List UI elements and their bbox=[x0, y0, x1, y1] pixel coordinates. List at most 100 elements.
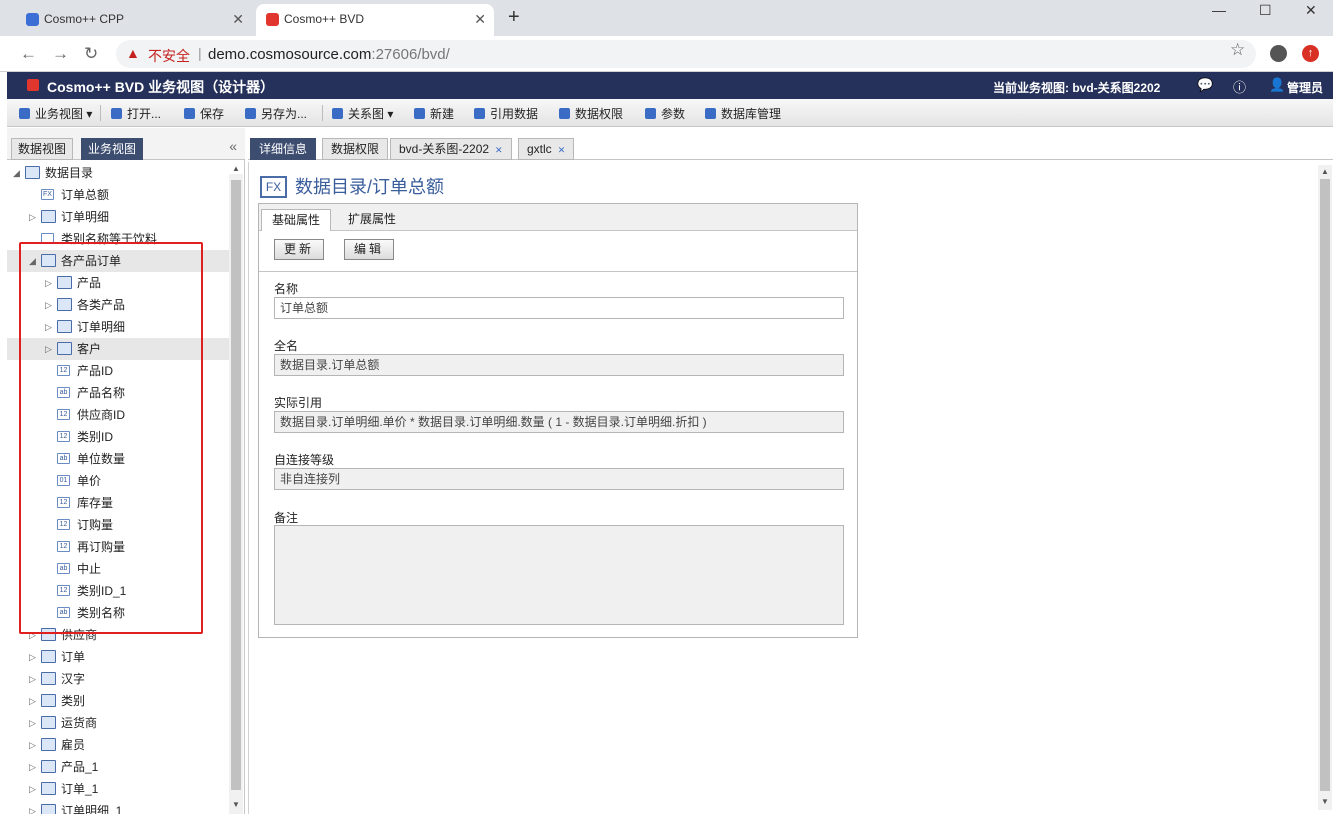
collapsed-arrow-icon[interactable]: ▷ bbox=[29, 734, 36, 756]
back-icon[interactable]: ← bbox=[20, 44, 37, 64]
data-permission-button[interactable]: 数据权限 bbox=[559, 105, 623, 122]
reload-icon[interactable]: ↻ bbox=[84, 44, 98, 64]
collapsed-arrow-icon[interactable]: ▷ bbox=[29, 778, 36, 800]
tab-data-view[interactable]: 数据视图 bbox=[11, 138, 74, 160]
expanded-arrow-icon[interactable]: ◢ bbox=[13, 162, 20, 184]
tree-node[interactable]: ▷ 各类产品 bbox=[7, 294, 229, 316]
tree-node[interactable]: 12 库存量 bbox=[7, 492, 229, 514]
tree-node[interactable]: ▷ 产品 bbox=[7, 272, 229, 294]
forward-icon[interactable]: → bbox=[52, 44, 69, 64]
scroll-up-icon[interactable]: ▲ bbox=[1321, 167, 1329, 176]
close-tab-icon[interactable]: ✕ bbox=[474, 4, 486, 34]
tree-node[interactable]: 12 再订购量 bbox=[7, 536, 229, 558]
minimize-icon[interactable]: — bbox=[1212, 2, 1226, 18]
tree-node[interactable]: FX 订单总额 bbox=[7, 184, 229, 206]
tab-details[interactable]: 详细信息 bbox=[250, 138, 317, 160]
bookmark-star-icon[interactable]: ☆ bbox=[1230, 40, 1245, 60]
note-textarea[interactable] bbox=[274, 525, 844, 625]
content-scrollbar[interactable]: ▲ ▼ bbox=[1318, 165, 1332, 810]
collapsed-arrow-icon[interactable]: ▷ bbox=[29, 668, 36, 690]
tree-node[interactable]: ▷ 订单明细 bbox=[7, 316, 229, 338]
diagram-menu-button[interactable]: 关系图 ▾ bbox=[332, 105, 393, 122]
tree-node[interactable]: ▷ 雇员 bbox=[7, 734, 229, 756]
close-tab-icon[interactable]: ✕ bbox=[558, 145, 566, 155]
tree-node[interactable]: ▷ 客户 bbox=[7, 338, 229, 360]
browser-tab-cpp[interactable]: Cosmo++ CPP ✕ bbox=[16, 4, 252, 36]
content-scrollbar-thumb[interactable] bbox=[1320, 179, 1330, 791]
edit-button[interactable]: 编辑 bbox=[344, 239, 394, 260]
scroll-down-icon[interactable]: ▼ bbox=[1321, 797, 1329, 806]
collapsed-arrow-icon[interactable]: ▷ bbox=[45, 272, 52, 294]
collapsed-arrow-icon[interactable]: ▷ bbox=[29, 712, 36, 734]
message-icon[interactable]: 💬 bbox=[1197, 77, 1213, 93]
collapsed-arrow-icon[interactable]: ▷ bbox=[29, 756, 36, 778]
maximize-icon[interactable]: ☐ bbox=[1259, 2, 1272, 19]
collapsed-arrow-icon[interactable]: ▷ bbox=[45, 338, 52, 360]
new-button[interactable]: 新建 bbox=[414, 105, 454, 122]
tree-node[interactable]: ▷ 订单明细 bbox=[7, 206, 229, 228]
security-label[interactable]: 不安全 bbox=[148, 46, 190, 66]
tree-node[interactable]: ab 类别名称 bbox=[7, 602, 229, 624]
reference-data-button[interactable]: 引用数据 bbox=[474, 105, 538, 122]
tree-node[interactable]: ▷ 运货商 bbox=[7, 712, 229, 734]
browser-tab-bvd[interactable]: Cosmo++ BVD ✕ bbox=[256, 4, 494, 36]
reference-field[interactable]: 数据目录.订单明细.单价 * 数据目录.订单明细.数量 ( 1 - 数据目录.订… bbox=[274, 411, 844, 433]
tab-basic-props[interactable]: 基础属性 bbox=[261, 209, 332, 231]
fullname-field[interactable]: 数据目录.订单总额 bbox=[274, 354, 844, 376]
extension-icon[interactable]: ↑ bbox=[1302, 45, 1319, 62]
collapsed-arrow-icon[interactable]: ▷ bbox=[45, 316, 52, 338]
url-field[interactable]: ▲ 不安全 | demo.cosmosource.com:27606/bvd/ bbox=[116, 40, 1256, 68]
collapsed-arrow-icon[interactable]: ▷ bbox=[29, 624, 36, 646]
tree-node[interactable]: ab 中止 bbox=[7, 558, 229, 580]
tree-node[interactable]: 12 订购量 bbox=[7, 514, 229, 536]
tree-node[interactable]: 类别名称等于饮料 bbox=[7, 228, 229, 250]
open-button[interactable]: 打开... bbox=[111, 105, 161, 122]
new-tab-button[interactable]: + bbox=[508, 6, 520, 29]
collapsed-arrow-icon[interactable]: ▷ bbox=[29, 206, 36, 228]
tab-data-permission[interactable]: 数据权限 bbox=[322, 138, 389, 160]
tree-node[interactable]: 01 单价 bbox=[7, 470, 229, 492]
tree-node[interactable]: ◢ 各产品订单 bbox=[7, 250, 229, 272]
tree-node[interactable]: ab 单位数量 bbox=[7, 448, 229, 470]
collapse-panel-icon[interactable]: « bbox=[229, 138, 237, 154]
tree-node[interactable]: 12 产品ID bbox=[7, 360, 229, 382]
tab-extended-props[interactable]: 扩展属性 bbox=[338, 209, 406, 231]
tree-node[interactable]: ▷ 订单_1 bbox=[7, 778, 229, 800]
user-icon[interactable]: 👤 bbox=[1269, 77, 1285, 93]
collapsed-arrow-icon[interactable]: ▷ bbox=[45, 294, 52, 316]
tree-node[interactable]: ▷ 订单明细_1 bbox=[7, 800, 229, 814]
window-close-icon[interactable]: ✕ bbox=[1305, 2, 1317, 19]
url-text[interactable]: demo.cosmosource.com:27606/bvd/ bbox=[208, 46, 450, 63]
expanded-arrow-icon[interactable]: ◢ bbox=[29, 250, 36, 272]
database-manage-button[interactable]: 数据库管理 bbox=[705, 105, 781, 122]
tree-node[interactable]: 12 类别ID_1 bbox=[7, 580, 229, 602]
tab-business-view[interactable]: 业务视图 bbox=[81, 138, 144, 160]
tree-node[interactable]: ▷ 供应商 bbox=[7, 624, 229, 646]
collapsed-arrow-icon[interactable]: ▷ bbox=[29, 690, 36, 712]
collapsed-arrow-icon[interactable]: ▷ bbox=[29, 800, 36, 814]
tree-scrollbar-thumb[interactable] bbox=[231, 180, 241, 790]
user-name[interactable]: 管理员 bbox=[1287, 79, 1323, 96]
close-tab-icon[interactable]: ✕ bbox=[495, 145, 503, 155]
info-icon[interactable]: ⓘ bbox=[1233, 77, 1246, 96]
tab-gxtlc[interactable]: gxtlc ✕ bbox=[518, 138, 575, 160]
tab-bvd-diagram[interactable]: bvd-关系图-2202 ✕ bbox=[390, 138, 512, 160]
self-join-field[interactable]: 非自连接列 bbox=[274, 468, 844, 490]
tree-scrollbar[interactable]: ▲ ▼ bbox=[229, 164, 243, 814]
tree-node[interactable]: 12 类别ID bbox=[7, 426, 229, 448]
tree-node[interactable]: ▷ 产品_1 bbox=[7, 756, 229, 778]
tree-node[interactable]: 12 供应商ID bbox=[7, 404, 229, 426]
parameters-button[interactable]: 参数 bbox=[645, 105, 685, 122]
save-as-button[interactable]: 另存为... bbox=[245, 105, 307, 122]
scroll-up-icon[interactable]: ▲ bbox=[232, 164, 240, 173]
tree-node[interactable]: ◢ 数据目录 bbox=[7, 162, 229, 184]
profile-icon[interactable] bbox=[1270, 45, 1287, 62]
warning-icon[interactable]: ▲ bbox=[126, 45, 140, 61]
name-field[interactable]: 订单总额 bbox=[274, 297, 844, 319]
tree-node[interactable]: ▷ 类别 bbox=[7, 690, 229, 712]
save-button[interactable]: 保存 bbox=[184, 105, 224, 122]
tree-node[interactable]: ab 产品名称 bbox=[7, 382, 229, 404]
tree-node[interactable]: ▷ 汉字 bbox=[7, 668, 229, 690]
business-view-menu-button[interactable]: 业务视图 ▾ bbox=[19, 105, 92, 122]
collapsed-arrow-icon[interactable]: ▷ bbox=[29, 646, 36, 668]
